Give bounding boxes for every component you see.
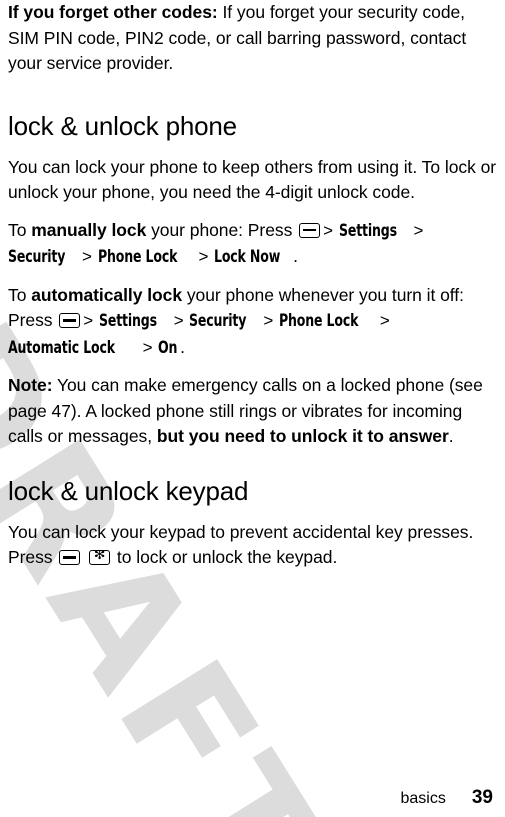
auto-lock-prefix: To (8, 284, 32, 305)
manual-lock-prefix: To (8, 219, 32, 240)
chevron-icon: > (173, 311, 184, 330)
footer-page-number: 39 (471, 787, 493, 808)
menu-item-on: On (158, 337, 178, 358)
menu-key-icon (59, 313, 81, 328)
manual-lock-suffix: . (293, 246, 298, 266)
menu-item-security: Security (8, 247, 66, 267)
footer-chapter-name: basics (400, 790, 446, 807)
intro-lead: If you forget other codes: (8, 2, 218, 22)
menu-item-automatic-lock: Automatic Lock (8, 337, 115, 358)
manual-lock-paragraph: To manually lock your phone: Press > Set… (8, 218, 497, 271)
note-body-last: . (448, 426, 454, 446)
heading-spacer (8, 141, 497, 155)
section-heading-lock-unlock-keypad: lock & unlock keypad (8, 475, 249, 506)
chevron-icon: > (263, 311, 274, 330)
auto-lock-paragraph: To automatically lock your phone wheneve… (8, 283, 497, 362)
page-footer: basics 39 (0, 787, 505, 809)
keypad-text-last: to lock or unlock the keypad. (112, 547, 338, 567)
chevron-icon: > (323, 220, 333, 240)
manual-lock-middle: your phone: Press (146, 219, 298, 240)
section-heading-lock-unlock-phone: lock & unlock phone (8, 110, 237, 141)
star-glyph: ✻ (93, 550, 106, 563)
menu-item-settings: Settings (99, 311, 157, 331)
heading-spacer (8, 462, 497, 476)
menu-item-lock-now: Lock Now (214, 247, 281, 267)
menu-key-icon (59, 550, 81, 565)
chevron-icon: > (198, 247, 209, 266)
chevron-icon: > (142, 337, 153, 357)
menu-item-settings: Settings (338, 220, 397, 241)
chevron-icon: > (83, 311, 94, 330)
manual-page: DRAFT If you forget other codes: If you … (0, 0, 505, 817)
auto-lock-bold: automatically lock (31, 284, 183, 305)
keypad-paragraph: You can lock your keypad to prevent acci… (8, 520, 497, 571)
heading-spacer (8, 506, 497, 520)
menu-item-security: Security (189, 311, 247, 331)
chevron-icon: > (379, 311, 390, 330)
note-lead: Note: (8, 375, 53, 395)
menu-key-icon (299, 222, 321, 238)
note-bold: but you need to unlock it to answer (156, 426, 449, 446)
heading-spacer (8, 89, 497, 111)
page-content: If you forget other codes: If you forget… (0, 0, 505, 571)
manual-lock-bold: manually lock (31, 219, 147, 240)
note-paragraph: Note: You can make emergency calls on a … (8, 373, 497, 450)
star-key-icon: ✻ (89, 550, 111, 565)
chevron-icon: > (413, 220, 424, 240)
lock-phone-intro-paragraph: You can lock your phone to keep others f… (8, 156, 497, 203)
menu-item-phone-lock: Phone Lock (279, 311, 359, 331)
intro-paragraph: If you forget other codes: If you forget… (8, 0, 497, 77)
auto-lock-suffix: . (180, 336, 185, 357)
menu-item-phone-lock: Phone Lock (97, 247, 177, 267)
chevron-icon: > (81, 247, 92, 266)
